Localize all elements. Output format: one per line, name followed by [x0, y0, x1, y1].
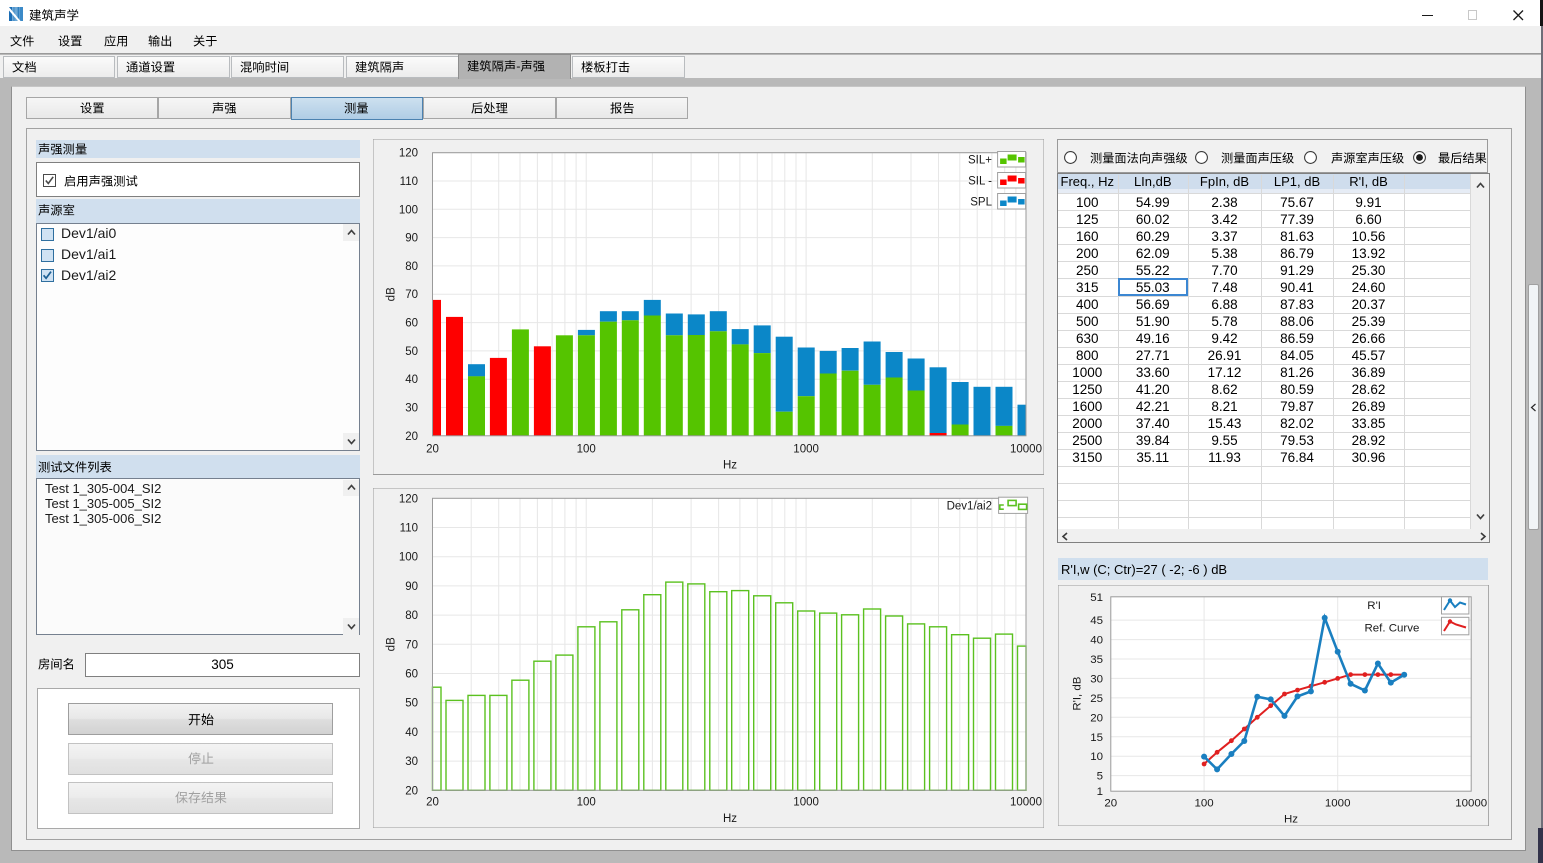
- svg-text:40: 40: [1091, 635, 1104, 647]
- svg-text:10000: 10000: [1010, 797, 1042, 809]
- svg-text:120: 120: [399, 493, 418, 505]
- svg-text:60: 60: [405, 318, 418, 330]
- svg-text:Hz: Hz: [723, 813, 737, 825]
- svg-text:SIL -: SIL -: [968, 176, 992, 188]
- svg-text:100: 100: [577, 444, 596, 456]
- svg-text:25: 25: [1091, 693, 1104, 705]
- svg-text:100: 100: [399, 552, 418, 564]
- svg-text:50: 50: [405, 346, 418, 358]
- svg-text:R'I: R'I: [1368, 600, 1382, 612]
- svg-text:dB: dB: [386, 287, 398, 301]
- svg-text:1: 1: [1097, 787, 1103, 799]
- svg-text:30: 30: [405, 756, 418, 768]
- svg-text:100: 100: [399, 204, 418, 216]
- svg-text:30: 30: [405, 403, 418, 415]
- svg-text:110: 110: [400, 523, 418, 535]
- svg-text:1000: 1000: [793, 444, 819, 456]
- svg-text:70: 70: [405, 639, 418, 651]
- svg-text:40: 40: [405, 727, 418, 739]
- svg-text:51: 51: [1091, 592, 1104, 604]
- svg-text:20: 20: [405, 431, 418, 443]
- svg-text:10000: 10000: [1456, 798, 1488, 810]
- svg-text:20: 20: [1105, 798, 1118, 810]
- svg-text:SPL: SPL: [970, 197, 992, 209]
- svg-text:40: 40: [405, 374, 418, 386]
- svg-text:Ref. Curve: Ref. Curve: [1365, 623, 1420, 635]
- svg-text:10000: 10000: [1010, 444, 1042, 456]
- svg-text:R'I, dB: R'I, dB: [1072, 677, 1084, 711]
- svg-text:110: 110: [400, 176, 418, 188]
- svg-text:10: 10: [1091, 752, 1104, 764]
- svg-text:dB: dB: [386, 637, 398, 651]
- svg-text:45: 45: [1091, 615, 1104, 627]
- svg-text:30: 30: [1091, 674, 1104, 686]
- svg-text:90: 90: [405, 233, 418, 245]
- svg-text:Dev1/ai2: Dev1/ai2: [947, 501, 992, 513]
- svg-text:60: 60: [405, 669, 418, 681]
- svg-text:15: 15: [1091, 732, 1104, 744]
- svg-text:70: 70: [405, 289, 418, 301]
- svg-text:1000: 1000: [793, 797, 819, 809]
- svg-text:20: 20: [405, 785, 418, 797]
- svg-text:20: 20: [426, 444, 439, 456]
- svg-text:1000: 1000: [1325, 798, 1351, 810]
- svg-text:100: 100: [1195, 798, 1214, 810]
- svg-text:120: 120: [399, 148, 418, 160]
- svg-text:100: 100: [577, 797, 596, 809]
- svg-text:20: 20: [426, 797, 439, 809]
- svg-text:35: 35: [1091, 654, 1104, 666]
- svg-text:50: 50: [405, 698, 418, 710]
- svg-text:80: 80: [405, 610, 418, 622]
- svg-text:SIL+: SIL+: [968, 155, 992, 167]
- svg-text:80: 80: [405, 261, 418, 273]
- svg-text:90: 90: [405, 581, 418, 593]
- svg-text:Hz: Hz: [723, 460, 737, 472]
- svg-text:5: 5: [1097, 771, 1103, 783]
- svg-text:20: 20: [1091, 713, 1104, 725]
- svg-text:Hz: Hz: [1284, 814, 1298, 826]
